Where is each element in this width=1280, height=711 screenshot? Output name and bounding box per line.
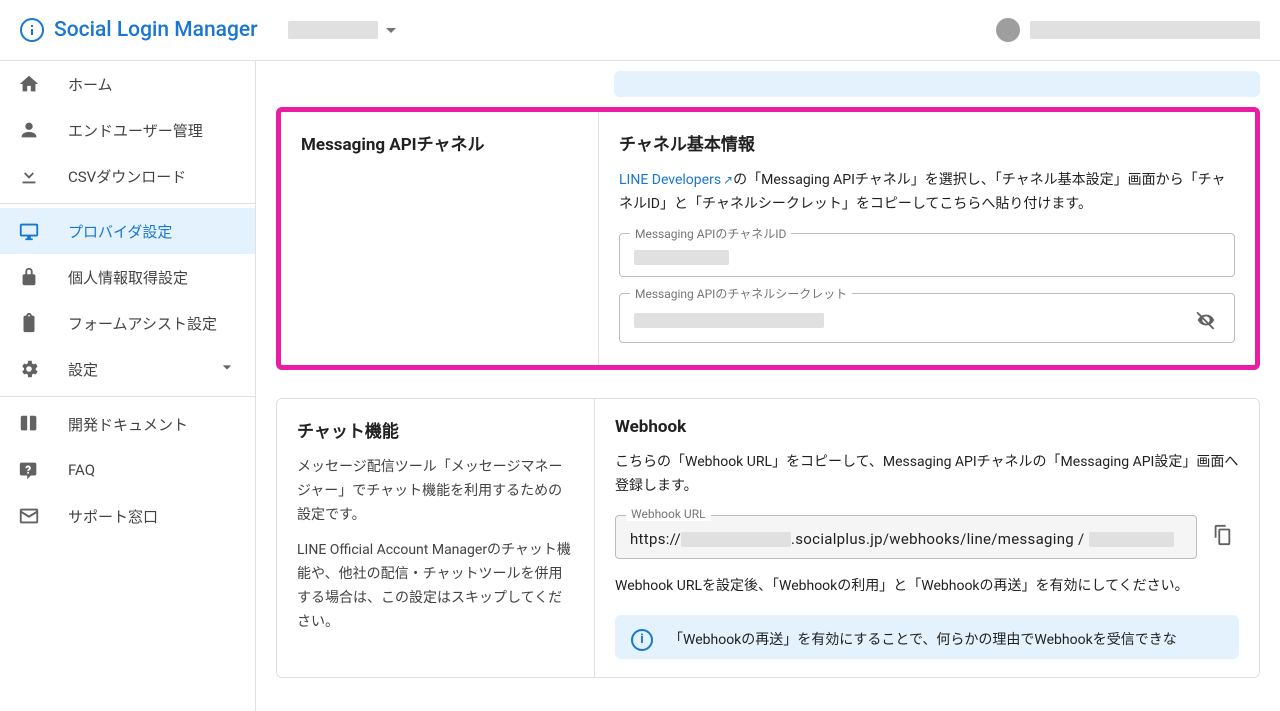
field-value [634, 309, 1192, 332]
sidebar-item-label: FAQ [68, 461, 95, 479]
site-selector[interactable] [288, 21, 396, 39]
book-icon [18, 413, 40, 435]
section-right: Webhook こちらの「Webhook URL」をコピーして、Messagin… [595, 399, 1259, 677]
sidebar-item-label: フォームアシスト設定 [68, 313, 217, 334]
section-messaging-api: Messaging APIチャネル チャネル基本情報 LINE Develope… [276, 107, 1260, 370]
sidebar-item-personal-info[interactable]: 個人情報取得設定 [0, 254, 255, 300]
help-icon [18, 459, 40, 481]
user-avatar-icon [996, 18, 1020, 42]
sidebar-divider [0, 396, 255, 397]
channel-id-field[interactable]: Messaging APIのチャネルID [619, 233, 1235, 278]
sidebar-divider [0, 203, 255, 204]
section-left-p2: LINE Official Account Managerのチャット機能や、他社… [297, 539, 574, 634]
sidebar-item-csv-download[interactable]: CSVダウンロード [0, 153, 255, 199]
section-left-p1: メッセージ配信ツール「メッセージマネージャー」でチャット機能を利用するための設定… [297, 456, 574, 527]
section-right: チャネル基本情報 LINE Developers↗の「Messaging API… [599, 112, 1255, 365]
app-logo[interactable]: Social Login Manager [20, 18, 258, 42]
site-name-redacted [288, 21, 378, 39]
sidebar-item-label: プロバイダ設定 [68, 221, 172, 242]
sidebar-item-label: ホーム [68, 74, 113, 95]
field-value [634, 246, 1220, 269]
webhook-url-field: Webhook URL https://.socialplus.jp/webho… [615, 515, 1197, 560]
sidebar-item-dev-docs[interactable]: 開発ドキュメント [0, 401, 255, 447]
info-text: 「Webhookの再送」を有効にすることで、何らかの理由でWebhookを受信で… [669, 629, 1177, 653]
external-link-icon: ↗ [723, 173, 733, 187]
monitor-icon [18, 220, 40, 242]
sidebar: ホーム エンドユーザー管理 CSVダウンロード プロバイダ設定 個人情報取得設定… [0, 61, 256, 711]
copy-button[interactable] [1211, 524, 1239, 550]
field-label: Messaging APIのチャネルID [630, 225, 791, 242]
section-description: LINE Developers↗の「Messaging APIチャネル」を選択し… [619, 169, 1235, 217]
section-description: こちらの「Webhook URL」をコピーして、Messaging APIチャネ… [615, 451, 1239, 499]
line-developers-link[interactable]: LINE Developers↗ [619, 172, 733, 188]
info-icon: i [631, 629, 653, 651]
chevron-down-icon [217, 357, 237, 381]
sidebar-item-home[interactable]: ホーム [0, 61, 255, 107]
sidebar-item-label: サポート窓口 [68, 506, 158, 527]
visibility-toggle-icon[interactable] [1192, 306, 1220, 334]
user-icon [18, 119, 40, 141]
sidebar-item-provider-settings[interactable]: プロバイダ設定 [0, 208, 255, 254]
download-icon [18, 165, 40, 187]
user-menu[interactable] [996, 18, 1260, 42]
home-icon [18, 73, 40, 95]
field-label: Webhook URL [626, 507, 711, 521]
sidebar-item-support[interactable]: サポート窓口 [0, 493, 255, 539]
section-left-title: チャット機能 [297, 417, 574, 442]
lock-icon [18, 266, 40, 288]
webhook-after-note: Webhook URLを設定後、「Webhookの利用」と「Webhookの再送… [615, 575, 1239, 599]
sidebar-item-settings[interactable]: 設定 [0, 346, 255, 392]
section-left-title: Messaging APIチャネル [301, 130, 578, 155]
sidebar-item-form-assist[interactable]: フォームアシスト設定 [0, 300, 255, 346]
channel-secret-field[interactable]: Messaging APIのチャネルシークレット [619, 293, 1235, 343]
section-left: Messaging APIチャネル [281, 112, 599, 365]
sidebar-item-label: エンドユーザー管理 [68, 120, 203, 141]
field-label: Messaging APIのチャネルシークレット [630, 285, 852, 302]
gear-icon [18, 358, 40, 380]
app-header: Social Login Manager [0, 0, 1280, 61]
section-right-title: Webhook [615, 417, 1239, 437]
section-left: チャット機能 メッセージ配信ツール「メッセージマネージャー」でチャット機能を利用… [277, 399, 595, 677]
main-content: Messaging APIチャネル チャネル基本情報 LINE Develope… [256, 61, 1280, 711]
top-info-banner [614, 71, 1260, 97]
section-right-title: チャネル基本情報 [619, 130, 1235, 155]
sidebar-item-label: 開発ドキュメント [68, 414, 188, 435]
info-callout: i 「Webhookの再送」を有効にすることで、何らかの理由でWebhookを受… [615, 615, 1239, 659]
dropdown-icon [386, 28, 396, 33]
sidebar-item-end-users[interactable]: エンドユーザー管理 [0, 107, 255, 153]
user-name-redacted [1030, 21, 1260, 39]
section-chat-webhook: チャット機能 メッセージ配信ツール「メッセージマネージャー」でチャット機能を利用… [276, 398, 1260, 678]
mail-icon [18, 505, 40, 527]
sidebar-item-label: 個人情報取得設定 [68, 267, 188, 288]
logo-icon [20, 18, 44, 42]
field-value: https://.socialplus.jp/webhooks/line/mes… [630, 528, 1182, 551]
sidebar-item-label: 設定 [68, 359, 98, 380]
sidebar-item-label: CSVダウンロード [68, 166, 186, 187]
app-title: Social Login Manager [54, 18, 258, 42]
clipboard-icon [18, 312, 40, 334]
sidebar-item-faq[interactable]: FAQ [0, 447, 255, 493]
